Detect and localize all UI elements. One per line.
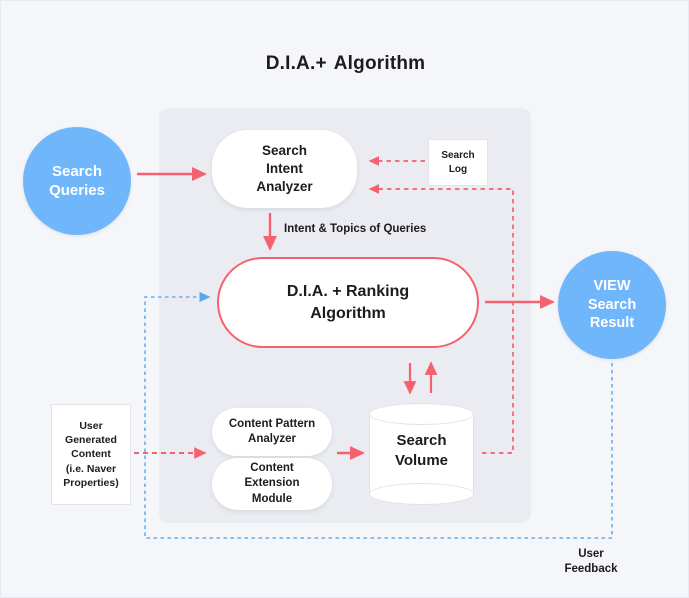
node-dia-ranking-algorithm[interactable]: D.I.A. + Ranking Algorithm <box>217 257 479 348</box>
node-search-intent-analyzer[interactable]: Search Intent Analyzer <box>212 130 357 208</box>
node-search-volume-label: Search Volume <box>394 432 449 470</box>
page-title: D.I.A.+ Algorithm <box>1 53 688 75</box>
page-title-suffix: Algorithm <box>333 53 426 74</box>
node-search-volume[interactable]: Search Volume <box>369 403 474 505</box>
node-content-pattern-analyzer-label: Content Pattern Analyzer <box>228 417 316 445</box>
node-content-extension-module-label: Content Extension Module <box>244 462 300 505</box>
node-search-intent-analyzer-label: Search Intent Analyzer <box>256 143 313 194</box>
cylinder-top-ellipse <box>369 403 474 425</box>
node-search-log-label: Search Log <box>441 150 475 175</box>
edge-label-intent-topics: Intent & Topics of Queries <box>284 223 427 235</box>
cylinder-bottom-ellipse <box>369 483 474 505</box>
page-title-main: D.I.A.+ <box>265 53 327 74</box>
node-view-search-result-label: VIEW Search Result <box>587 278 637 332</box>
diagram-canvas: D.I.A.+ Algorithm Search Queries VIEW Se… <box>0 0 689 598</box>
node-user-generated-content[interactable]: User Generated Content (i.e. Naver Prope… <box>51 404 131 505</box>
node-user-generated-content-label: User Generated Content (i.e. Naver Prope… <box>63 420 119 489</box>
node-dia-ranking-algorithm-label: D.I.A. + Ranking Algorithm <box>286 283 410 322</box>
node-content-pattern-analyzer[interactable]: Content Pattern Analyzer <box>212 408 332 456</box>
node-view-search-result[interactable]: VIEW Search Result <box>558 251 666 359</box>
edge-label-user-feedback: User Feedback <box>564 548 618 575</box>
node-search-log[interactable]: Search Log <box>428 139 488 186</box>
node-search-queries[interactable]: Search Queries <box>23 127 131 235</box>
node-content-extension-module[interactable]: Content Extension Module <box>212 458 332 510</box>
node-search-queries-label: Search Queries <box>49 162 105 199</box>
